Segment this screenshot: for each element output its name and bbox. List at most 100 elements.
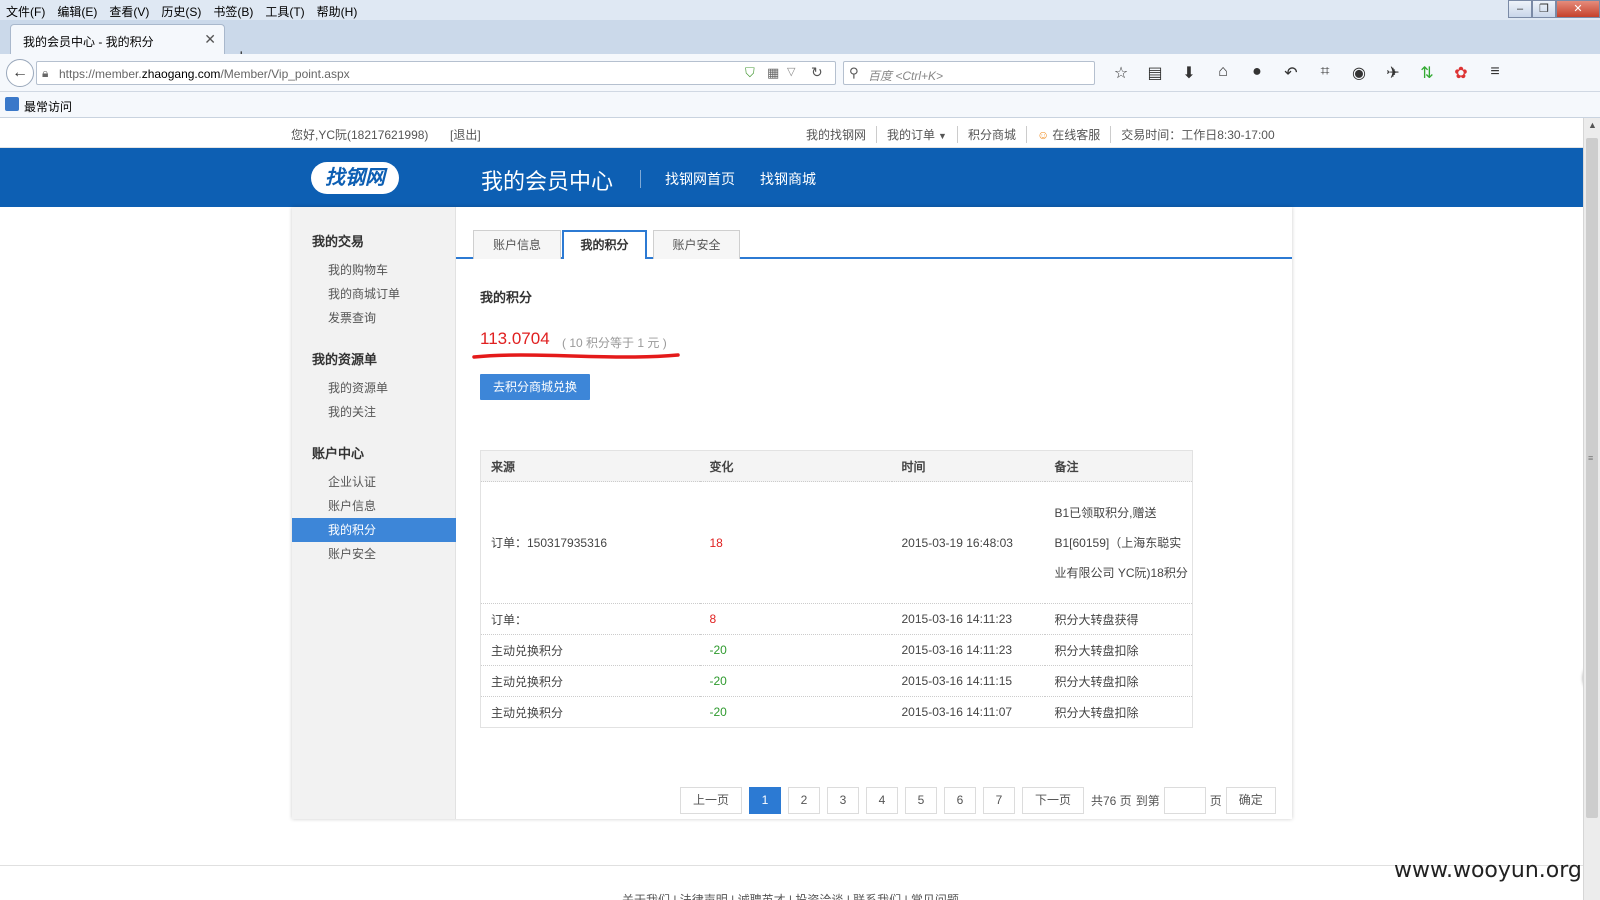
search-icon: ⚲ <box>849 65 859 80</box>
page-6-button[interactable]: 6 <box>944 787 976 814</box>
points-mall-link[interactable]: 积分商城 <box>958 126 1027 143</box>
tab-close-icon[interactable]: ✕ <box>204 31 216 48</box>
page-4-button[interactable]: 4 <box>866 787 898 814</box>
comment-icon[interactable]: ◉ <box>1342 63 1376 83</box>
crop-icon[interactable]: ⌗ <box>1308 63 1342 83</box>
points-section-title: 我的积分 <box>480 290 533 305</box>
col-time: 时间 <box>891 450 1045 482</box>
col-source: 来源 <box>480 450 700 482</box>
row-note: 积分大转盘获得 <box>1044 603 1193 635</box>
row-note: 积分大转盘扣除 <box>1044 696 1193 728</box>
col-note: 备注 <box>1044 450 1193 482</box>
tab-account-info[interactable]: 账户信息 <box>473 230 561 259</box>
sidebar-item-resources[interactable]: 我的资源单 <box>292 376 456 400</box>
menu-tools[interactable]: 工具(T) <box>259 0 310 20</box>
url-text[interactable]: https://member.zhaogang.com/Member/Vip_p… <box>59 67 350 81</box>
scroll-up-icon[interactable]: ▲ <box>1588 120 1597 130</box>
star-icon[interactable]: ☆ <box>1104 63 1138 83</box>
browser-navbar: ← 🔒︎ https://member.zhaogang.com/Member/… <box>0 54 1600 92</box>
row-source: 主动兑换积分 <box>480 696 700 728</box>
caret-down-icon: ▼ <box>938 131 947 141</box>
site-logo[interactable]: 找钢网 <box>311 162 399 194</box>
nav-mall-link[interactable]: 找钢商城 <box>760 169 816 189</box>
online-service-label: 在线客服 <box>1052 128 1101 142</box>
browser-menubar: 文件(F) 编辑(E) 查看(V) 历史(S) 书签(B) 工具(T) 帮助(H… <box>0 0 1600 20</box>
extension-icon[interactable]: ✈ <box>1376 63 1410 83</box>
logout-link[interactable]: [退出] <box>450 126 481 143</box>
sidebar-item-security[interactable]: 账户安全 <box>292 542 456 566</box>
sidebar-item-invoice[interactable]: 发票查询 <box>292 306 456 330</box>
sidebar-group-trade: 我的交易 <box>312 234 365 249</box>
member-center-panel: 我的交易 我的购物车 我的商城订单 发票查询 我的资源单 我的资源单 我的关注 … <box>292 207 1292 819</box>
menu-bookmarks[interactable]: 书签(B) <box>207 0 259 20</box>
close-window-icon[interactable]: ✕ <box>1556 0 1600 18</box>
online-service-link[interactable]: ☺ 在线客服 <box>1027 126 1112 143</box>
redeem-points-button[interactable]: 去积分商城兑换 <box>480 374 590 400</box>
nav-home-link[interactable]: 找钢网首页 <box>665 169 735 189</box>
tab-my-points[interactable]: 我的积分 <box>562 230 647 261</box>
restore-icon[interactable]: ❐ <box>1532 0 1556 18</box>
undo-icon[interactable]: ↶ <box>1274 63 1308 83</box>
reload-icon[interactable]: ↻ <box>811 64 823 81</box>
sidebar-item-certification[interactable]: 企业认证 <box>292 470 456 494</box>
bookmarks-bar: 最常访问 <box>0 92 1600 118</box>
page-5-button[interactable]: 5 <box>905 787 937 814</box>
menu-edit[interactable]: 编辑(E) <box>51 0 103 20</box>
menu-help[interactable]: 帮助(H) <box>311 0 364 20</box>
sidebar-item-mall-orders[interactable]: 我的商城订单 <box>292 282 456 306</box>
member-center-title: 我的会员中心 <box>481 169 614 194</box>
chevron-down-icon[interactable]: ▽ <box>787 65 795 78</box>
page-3-button[interactable]: 3 <box>827 787 859 814</box>
footer-links[interactable]: 关于我们 | 法律声明 | 诚聘英才 | 投资洽谈 | 联系我们 | 常见问题 <box>622 891 959 900</box>
home-icon[interactable]: ⌂ <box>1206 63 1240 83</box>
back-icon[interactable]: ← <box>6 59 34 87</box>
search-bar[interactable]: ⚲ 百度 <Ctrl+K> <box>843 61 1095 85</box>
browser-tab-active[interactable]: 我的会员中心 - 我的积分 ✕ <box>10 24 225 54</box>
tab-account-security[interactable]: 账户安全 <box>653 230 740 259</box>
sidebar-item-follow[interactable]: 我的关注 <box>292 400 456 424</box>
url-bar[interactable]: 🔒︎ https://member.zhaogang.com/Member/Vi… <box>36 61 836 85</box>
page-scrollbar[interactable]: ▲ ≡ <box>1583 118 1600 900</box>
row-change: 8 <box>699 603 892 635</box>
sidebar-item-account-info[interactable]: 账户信息 <box>292 494 456 518</box>
pagination: 上一页 1 2 3 4 5 6 7 下一页 共76 页 到第 页 确定 <box>680 787 1276 814</box>
shield-icon[interactable]: ⛉ <box>745 65 755 81</box>
menu-file[interactable]: 文件(F) <box>0 0 51 20</box>
sidebar-item-cart[interactable]: 我的购物车 <box>292 258 456 282</box>
page-viewport: 您好,YC阮(18217621998) [退出] 我的找钢网 我的订单 ▼ 积分商… <box>0 118 1583 900</box>
menu-history[interactable]: 历史(S) <box>155 0 207 20</box>
site-header: 找钢网 我的会员中心 找钢网首页 找钢商城 <box>0 148 1583 207</box>
col-change: 变化 <box>699 450 892 482</box>
red-underline-annotation <box>472 353 680 359</box>
sidebar-item-my-points[interactable]: 我的积分 <box>292 518 456 542</box>
site-topbar: 您好,YC阮(18217621998) [退出] 我的找钢网 我的订单 ▼ 积分商… <box>0 118 1583 148</box>
url-path: /Member/Vip_point.aspx <box>220 67 350 81</box>
header-divider <box>640 170 641 188</box>
page-2-button[interactable]: 2 <box>788 787 820 814</box>
row-change: 18 <box>699 481 892 604</box>
page-7-button[interactable]: 7 <box>983 787 1015 814</box>
download-icon[interactable]: ⬇ <box>1172 63 1206 83</box>
bookmark-most-visited[interactable]: 最常访问 <box>24 98 72 115</box>
scrollbar-thumb[interactable] <box>1586 138 1598 818</box>
prev-page-button[interactable]: 上一页 <box>680 787 742 814</box>
my-zhaogang-link[interactable]: 我的找钢网 <box>796 126 878 143</box>
table-row: 主动兑换积分 -20 2015-03-16 14:11:15 积分大转盘扣除 <box>480 665 1193 697</box>
next-page-button[interactable]: 下一页 <box>1022 787 1084 814</box>
reading-list-icon[interactable]: ▤ <box>1138 63 1172 83</box>
user-greeting: 您好,YC阮(18217621998) <box>291 128 429 142</box>
page-1-button[interactable]: 1 <box>749 787 781 814</box>
my-orders-link[interactable]: 我的订单 ▼ <box>877 126 958 143</box>
row-note: B1已领取积分,赠送B1[60159]（上海东聪实业有限公司 YC阮)18积分 <box>1044 481 1193 604</box>
goto-confirm-button[interactable]: 确定 <box>1225 787 1276 814</box>
goto-page-input[interactable] <box>1163 787 1206 814</box>
minimize-icon[interactable]: – <box>1508 0 1532 18</box>
qr-code-icon[interactable]: ▦ <box>767 65 779 81</box>
my-orders-label: 我的订单 <box>887 128 936 142</box>
hamburger-menu-icon[interactable]: ≡ <box>1478 63 1512 83</box>
menu-view[interactable]: 查看(V) <box>103 0 155 20</box>
trade-hours: 交易时间：工作日8:30-17:00 <box>1121 128 1275 142</box>
addon-icon[interactable]: ✿ <box>1444 63 1478 83</box>
sync-icon[interactable]: ⇅ <box>1410 63 1444 83</box>
chat-icon[interactable]: ● <box>1240 63 1274 83</box>
